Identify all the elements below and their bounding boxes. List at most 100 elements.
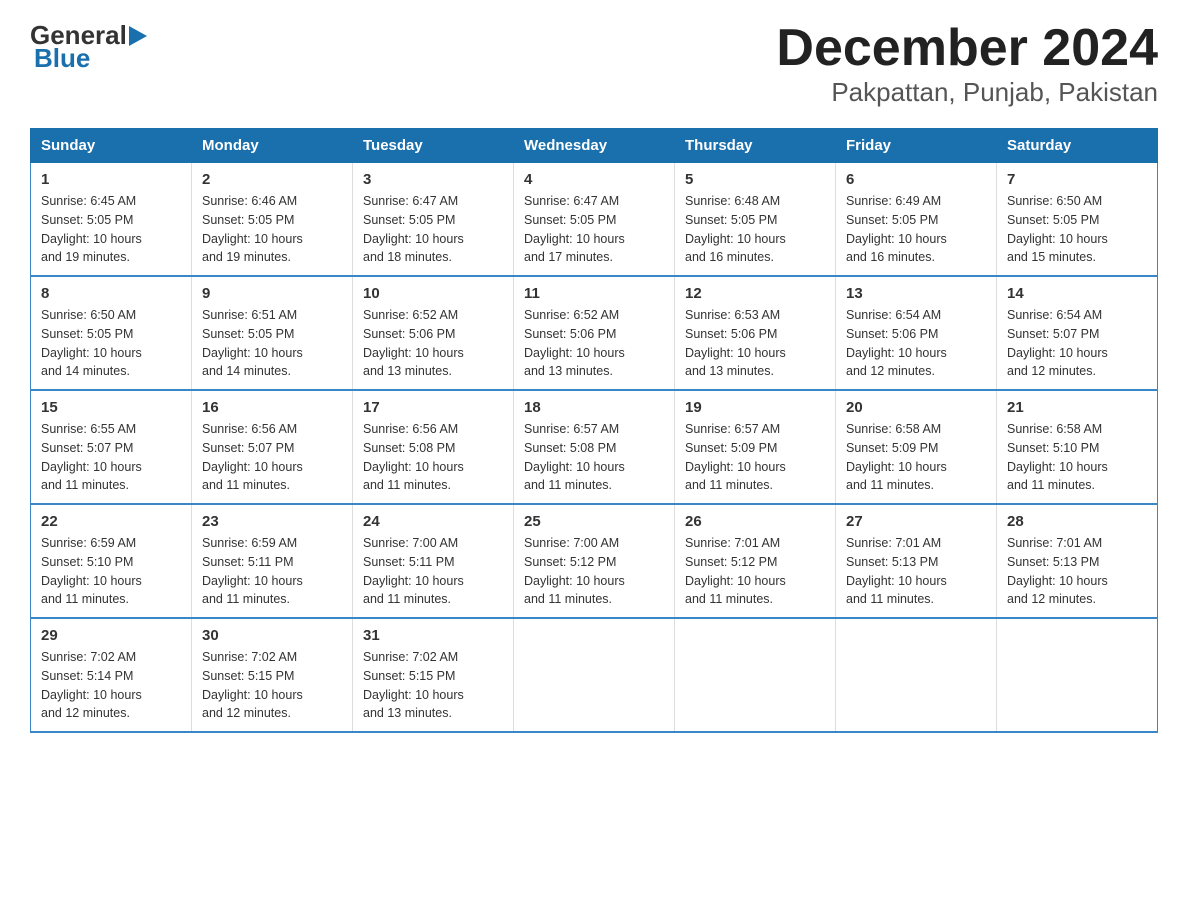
day-number: 24 bbox=[363, 513, 503, 530]
page-header: General Blue December 2024 Pakpattan, Pu… bbox=[30, 20, 1158, 108]
day-info: Sunrise: 6:50 AM Sunset: 5:05 PM Dayligh… bbox=[41, 306, 181, 381]
day-info: Sunrise: 7:00 AM Sunset: 5:11 PM Dayligh… bbox=[363, 534, 503, 609]
calendar-cell: 18 Sunrise: 6:57 AM Sunset: 5:08 PM Dayl… bbox=[514, 390, 675, 504]
calendar-cell: 22 Sunrise: 6:59 AM Sunset: 5:10 PM Dayl… bbox=[31, 504, 192, 618]
calendar-cell: 29 Sunrise: 7:02 AM Sunset: 5:14 PM Dayl… bbox=[31, 618, 192, 732]
day-info: Sunrise: 6:47 AM Sunset: 5:05 PM Dayligh… bbox=[524, 192, 664, 267]
day-info: Sunrise: 6:59 AM Sunset: 5:11 PM Dayligh… bbox=[202, 534, 342, 609]
day-number: 10 bbox=[363, 285, 503, 302]
day-number: 9 bbox=[202, 285, 342, 302]
calendar-cell: 11 Sunrise: 6:52 AM Sunset: 5:06 PM Dayl… bbox=[514, 276, 675, 390]
day-number: 14 bbox=[1007, 285, 1147, 302]
day-info: Sunrise: 6:56 AM Sunset: 5:07 PM Dayligh… bbox=[202, 420, 342, 495]
calendar-cell: 14 Sunrise: 6:54 AM Sunset: 5:07 PM Dayl… bbox=[997, 276, 1158, 390]
calendar-cell: 6 Sunrise: 6:49 AM Sunset: 5:05 PM Dayli… bbox=[836, 163, 997, 277]
calendar-cell: 19 Sunrise: 6:57 AM Sunset: 5:09 PM Dayl… bbox=[675, 390, 836, 504]
week-row-3: 15 Sunrise: 6:55 AM Sunset: 5:07 PM Dayl… bbox=[31, 390, 1158, 504]
day-info: Sunrise: 7:02 AM Sunset: 5:15 PM Dayligh… bbox=[202, 648, 342, 723]
day-number: 8 bbox=[41, 285, 181, 302]
day-info: Sunrise: 6:52 AM Sunset: 5:06 PM Dayligh… bbox=[524, 306, 664, 381]
header-thursday: Thursday bbox=[675, 129, 836, 163]
day-number: 12 bbox=[685, 285, 825, 302]
day-number: 4 bbox=[524, 171, 664, 188]
header-wednesday: Wednesday bbox=[514, 129, 675, 163]
day-number: 1 bbox=[41, 171, 181, 188]
logo-arrow-icon bbox=[129, 26, 147, 46]
header-sunday: Sunday bbox=[31, 129, 192, 163]
day-info: Sunrise: 6:56 AM Sunset: 5:08 PM Dayligh… bbox=[363, 420, 503, 495]
day-number: 15 bbox=[41, 399, 181, 416]
day-number: 17 bbox=[363, 399, 503, 416]
day-number: 20 bbox=[846, 399, 986, 416]
week-row-4: 22 Sunrise: 6:59 AM Sunset: 5:10 PM Dayl… bbox=[31, 504, 1158, 618]
day-number: 27 bbox=[846, 513, 986, 530]
calendar-cell: 21 Sunrise: 6:58 AM Sunset: 5:10 PM Dayl… bbox=[997, 390, 1158, 504]
day-number: 5 bbox=[685, 171, 825, 188]
calendar-cell: 20 Sunrise: 6:58 AM Sunset: 5:09 PM Dayl… bbox=[836, 390, 997, 504]
calendar-cell: 30 Sunrise: 7:02 AM Sunset: 5:15 PM Dayl… bbox=[192, 618, 353, 732]
calendar-cell bbox=[836, 618, 997, 732]
calendar-cell bbox=[675, 618, 836, 732]
day-number: 30 bbox=[202, 627, 342, 644]
calendar-subtitle: Pakpattan, Punjab, Pakistan bbox=[776, 77, 1158, 108]
day-number: 28 bbox=[1007, 513, 1147, 530]
day-info: Sunrise: 6:54 AM Sunset: 5:06 PM Dayligh… bbox=[846, 306, 986, 381]
calendar-title: December 2024 bbox=[776, 20, 1158, 77]
calendar-cell bbox=[997, 618, 1158, 732]
calendar-cell: 8 Sunrise: 6:50 AM Sunset: 5:05 PM Dayli… bbox=[31, 276, 192, 390]
calendar-cell: 5 Sunrise: 6:48 AM Sunset: 5:05 PM Dayli… bbox=[675, 163, 836, 277]
day-number: 3 bbox=[363, 171, 503, 188]
calendar-cell: 1 Sunrise: 6:45 AM Sunset: 5:05 PM Dayli… bbox=[31, 163, 192, 277]
calendar-cell: 23 Sunrise: 6:59 AM Sunset: 5:11 PM Dayl… bbox=[192, 504, 353, 618]
calendar-cell: 27 Sunrise: 7:01 AM Sunset: 5:13 PM Dayl… bbox=[836, 504, 997, 618]
day-number: 23 bbox=[202, 513, 342, 530]
day-number: 16 bbox=[202, 399, 342, 416]
calendar-cell: 13 Sunrise: 6:54 AM Sunset: 5:06 PM Dayl… bbox=[836, 276, 997, 390]
day-number: 22 bbox=[41, 513, 181, 530]
day-number: 29 bbox=[41, 627, 181, 644]
calendar-cell: 24 Sunrise: 7:00 AM Sunset: 5:11 PM Dayl… bbox=[353, 504, 514, 618]
calendar-cell: 17 Sunrise: 6:56 AM Sunset: 5:08 PM Dayl… bbox=[353, 390, 514, 504]
day-info: Sunrise: 6:50 AM Sunset: 5:05 PM Dayligh… bbox=[1007, 192, 1147, 267]
day-number: 18 bbox=[524, 399, 664, 416]
week-row-2: 8 Sunrise: 6:50 AM Sunset: 5:05 PM Dayli… bbox=[31, 276, 1158, 390]
calendar-cell: 10 Sunrise: 6:52 AM Sunset: 5:06 PM Dayl… bbox=[353, 276, 514, 390]
calendar-cell: 25 Sunrise: 7:00 AM Sunset: 5:12 PM Dayl… bbox=[514, 504, 675, 618]
day-info: Sunrise: 6:46 AM Sunset: 5:05 PM Dayligh… bbox=[202, 192, 342, 267]
day-number: 13 bbox=[846, 285, 986, 302]
day-number: 2 bbox=[202, 171, 342, 188]
logo: General Blue bbox=[30, 20, 147, 74]
header-friday: Friday bbox=[836, 129, 997, 163]
calendar-cell: 26 Sunrise: 7:01 AM Sunset: 5:12 PM Dayl… bbox=[675, 504, 836, 618]
day-number: 7 bbox=[1007, 171, 1147, 188]
day-info: Sunrise: 6:53 AM Sunset: 5:06 PM Dayligh… bbox=[685, 306, 825, 381]
day-info: Sunrise: 6:47 AM Sunset: 5:05 PM Dayligh… bbox=[363, 192, 503, 267]
day-info: Sunrise: 6:57 AM Sunset: 5:09 PM Dayligh… bbox=[685, 420, 825, 495]
day-info: Sunrise: 6:58 AM Sunset: 5:09 PM Dayligh… bbox=[846, 420, 986, 495]
day-info: Sunrise: 6:48 AM Sunset: 5:05 PM Dayligh… bbox=[685, 192, 825, 267]
calendar-cell: 7 Sunrise: 6:50 AM Sunset: 5:05 PM Dayli… bbox=[997, 163, 1158, 277]
calendar-cell: 4 Sunrise: 6:47 AM Sunset: 5:05 PM Dayli… bbox=[514, 163, 675, 277]
day-number: 31 bbox=[363, 627, 503, 644]
calendar-cell: 15 Sunrise: 6:55 AM Sunset: 5:07 PM Dayl… bbox=[31, 390, 192, 504]
day-number: 19 bbox=[685, 399, 825, 416]
day-number: 11 bbox=[524, 285, 664, 302]
day-number: 26 bbox=[685, 513, 825, 530]
day-info: Sunrise: 6:57 AM Sunset: 5:08 PM Dayligh… bbox=[524, 420, 664, 495]
day-info: Sunrise: 7:02 AM Sunset: 5:15 PM Dayligh… bbox=[363, 648, 503, 723]
calendar-header-row: SundayMondayTuesdayWednesdayThursdayFrid… bbox=[31, 129, 1158, 163]
day-info: Sunrise: 6:54 AM Sunset: 5:07 PM Dayligh… bbox=[1007, 306, 1147, 381]
header-monday: Monday bbox=[192, 129, 353, 163]
calendar-cell: 12 Sunrise: 6:53 AM Sunset: 5:06 PM Dayl… bbox=[675, 276, 836, 390]
day-number: 6 bbox=[846, 171, 986, 188]
calendar-cell bbox=[514, 618, 675, 732]
day-info: Sunrise: 7:02 AM Sunset: 5:14 PM Dayligh… bbox=[41, 648, 181, 723]
calendar-cell: 31 Sunrise: 7:02 AM Sunset: 5:15 PM Dayl… bbox=[353, 618, 514, 732]
header-saturday: Saturday bbox=[997, 129, 1158, 163]
day-number: 25 bbox=[524, 513, 664, 530]
week-row-1: 1 Sunrise: 6:45 AM Sunset: 5:05 PM Dayli… bbox=[31, 163, 1158, 277]
day-info: Sunrise: 6:52 AM Sunset: 5:06 PM Dayligh… bbox=[363, 306, 503, 381]
calendar-cell: 9 Sunrise: 6:51 AM Sunset: 5:05 PM Dayli… bbox=[192, 276, 353, 390]
day-info: Sunrise: 6:58 AM Sunset: 5:10 PM Dayligh… bbox=[1007, 420, 1147, 495]
calendar-cell: 28 Sunrise: 7:01 AM Sunset: 5:13 PM Dayl… bbox=[997, 504, 1158, 618]
